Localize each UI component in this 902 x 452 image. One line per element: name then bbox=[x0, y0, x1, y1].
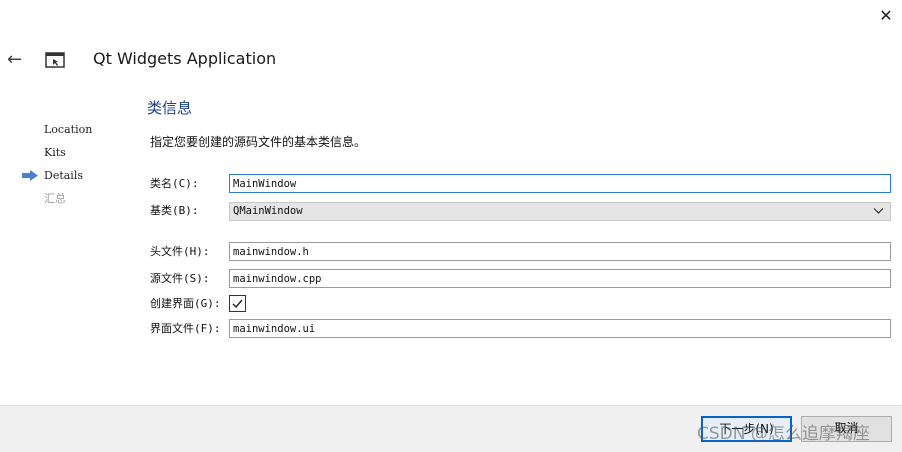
class-name-input[interactable] bbox=[229, 174, 891, 193]
header-file-input[interactable] bbox=[229, 242, 891, 261]
nav-item-label: Details bbox=[44, 169, 83, 182]
cancel-button[interactable]: 取消 bbox=[801, 416, 892, 442]
nav-item-summary: 汇总 bbox=[20, 187, 130, 210]
create-form-checkbox[interactable] bbox=[229, 295, 246, 312]
close-button[interactable]: ✕ bbox=[874, 4, 898, 28]
page-heading: 类信息 bbox=[147, 99, 193, 117]
current-step-arrow-icon bbox=[22, 170, 38, 181]
page-description: 指定您要创建的源码文件的基本类信息。 bbox=[150, 135, 367, 149]
nav-item-location[interactable]: Location bbox=[20, 118, 130, 141]
header-file-label: 头文件(H): bbox=[150, 245, 210, 258]
class-name-label: 类名(C): bbox=[150, 177, 199, 190]
checkmark-icon bbox=[232, 299, 243, 309]
wizard-nav: Location Kits Details 汇总 bbox=[20, 118, 130, 210]
form-file-label: 界面文件(F): bbox=[150, 322, 221, 335]
source-file-label: 源文件(S): bbox=[150, 272, 210, 285]
window-title: Qt Widgets Application bbox=[93, 49, 277, 68]
base-class-value: QMainWindow bbox=[233, 205, 303, 217]
back-arrow-icon[interactable]: ← bbox=[7, 49, 29, 71]
source-file-input[interactable] bbox=[229, 269, 891, 288]
nav-item-label: Location bbox=[44, 123, 93, 136]
nav-item-details[interactable]: Details bbox=[20, 164, 130, 187]
app-icon bbox=[44, 50, 66, 70]
nav-item-kits[interactable]: Kits bbox=[20, 141, 130, 164]
nav-item-label: 汇总 bbox=[44, 192, 66, 205]
create-form-label: 创建界面(G): bbox=[150, 297, 221, 310]
form-file-input[interactable] bbox=[229, 319, 891, 338]
next-button[interactable]: 下一步(N) bbox=[701, 416, 792, 442]
base-class-select[interactable]: QMainWindow bbox=[229, 202, 891, 221]
base-class-label: 基类(B): bbox=[150, 204, 199, 217]
footer-bar: 下一步(N) 取消 bbox=[0, 405, 902, 452]
chevron-down-icon bbox=[873, 208, 884, 214]
nav-item-label: Kits bbox=[44, 146, 66, 159]
